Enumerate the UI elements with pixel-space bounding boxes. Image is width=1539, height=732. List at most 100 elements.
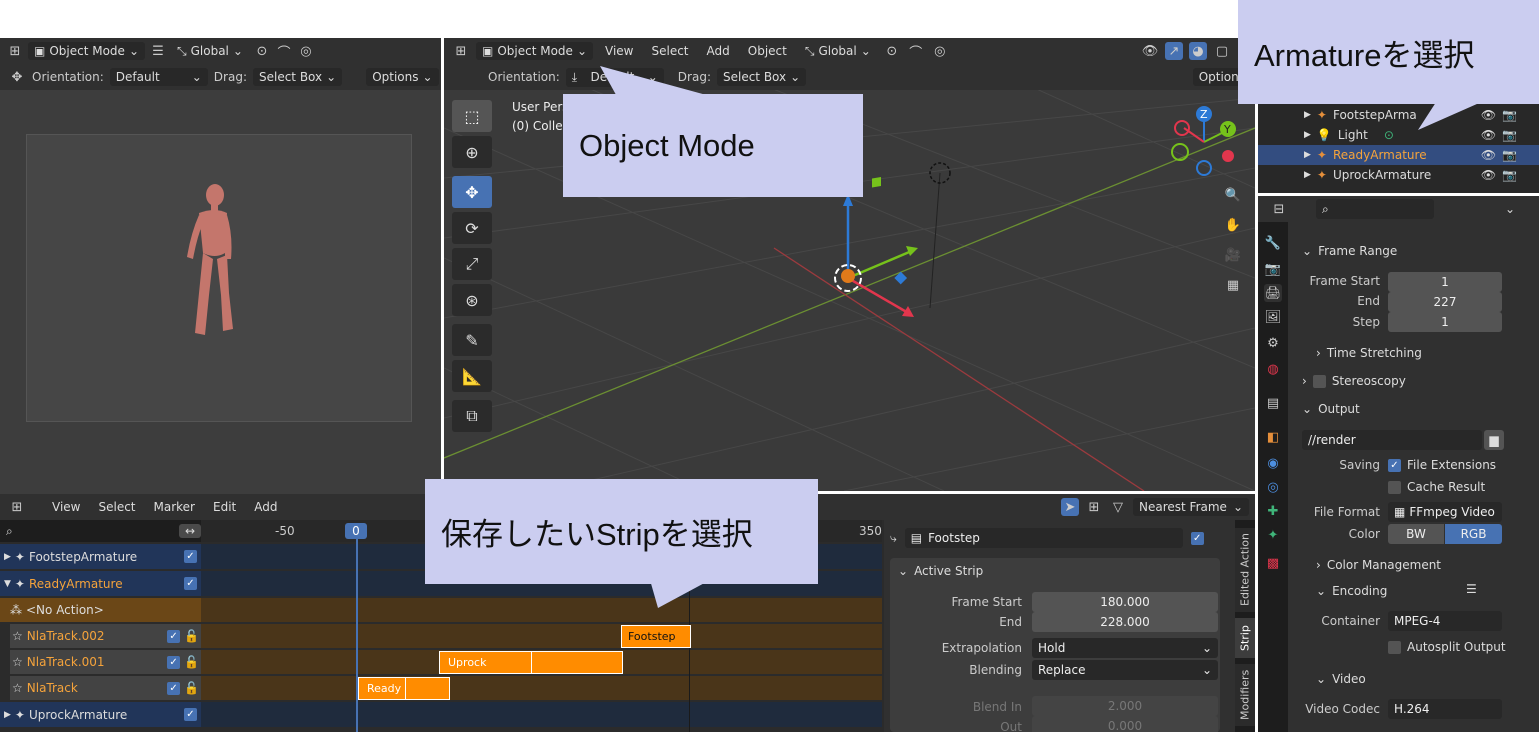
nla-menu-marker[interactable]: Marker [148, 500, 201, 514]
stereoscopy-checkbox[interactable] [1312, 374, 1326, 388]
video-codec-select[interactable]: H.264 [1388, 699, 1502, 719]
color-management-header[interactable]: › Color Management [1316, 558, 1441, 572]
scale-tool[interactable]: ⤢ [452, 248, 492, 280]
render-tab-icon[interactable]: 📷 [1264, 260, 1282, 278]
collection-tab-icon[interactable]: ▤ [1264, 394, 1282, 412]
visibility-icon[interactable]: 👁 [1141, 42, 1159, 60]
strip-frame-start-field[interactable]: 180.000 [1032, 592, 1218, 612]
eye-icon[interactable]: 👁 [1481, 168, 1496, 182]
gizmo-icon[interactable]: ↗ [1165, 42, 1183, 60]
nla-menu-edit[interactable]: Edit [207, 500, 242, 514]
camera-icon[interactable]: 📷 [1502, 108, 1517, 122]
camera-icon[interactable]: 📷 [1502, 128, 1517, 142]
frame-step-field[interactable]: 1 [1388, 312, 1502, 332]
cache-result-checkbox[interactable]: Cache Result [1388, 480, 1485, 494]
hand-icon[interactable]: ✋ [1224, 216, 1242, 234]
pivot-icon[interactable]: ⊙ [253, 42, 271, 60]
xray-icon[interactable]: ▢ [1213, 42, 1231, 60]
proportional-icon[interactable]: ◎ [297, 42, 315, 60]
file-format-select[interactable]: ▦ FFmpeg Video [1388, 502, 1502, 522]
menu-select[interactable]: Select [645, 44, 694, 58]
menu-add[interactable]: Add [701, 44, 736, 58]
editor-type-icon[interactable]: ⊟ [1270, 200, 1288, 218]
stereoscopy-header[interactable]: › Stereoscopy [1302, 374, 1406, 388]
main-mode-select[interactable]: ▣ Object Mode ⌄ [476, 42, 593, 60]
editor-type-icon[interactable]: ⊞ [6, 42, 24, 60]
world-tab-icon[interactable]: ◍ [1264, 360, 1282, 378]
nla-channel-nlatrack-002[interactable]: ☆ NlaTrack.002 ✓ 🔓 [10, 624, 201, 648]
tab-modifiers[interactable]: Modifiers [1235, 664, 1255, 726]
frame-end-field[interactable]: 227 [1388, 292, 1502, 312]
strip-ready[interactable]: Ready [358, 677, 450, 700]
object-tab-icon[interactable]: ◧ [1264, 428, 1282, 446]
main-transform-select[interactable]: ⤡ Global ⌄ [799, 42, 877, 61]
data-tab-icon[interactable]: ✦ [1264, 526, 1282, 544]
video-header[interactable]: ⌄ Video [1316, 672, 1366, 686]
lock-icon[interactable]: 🔓 [184, 681, 199, 695]
menu-object[interactable]: Object [742, 44, 793, 58]
pivot-icon[interactable]: ⊙ [883, 42, 901, 60]
list-icon[interactable]: ☰ [1466, 582, 1477, 596]
modifier-tab-icon[interactable]: ◉ [1264, 454, 1282, 472]
outliner-item-uprockarmature[interactable]: ▶ ✦ UprockArmature 👁 📷 [1258, 165, 1539, 185]
check-icon[interactable]: ✓ [167, 681, 181, 695]
transform-tool[interactable]: ⊛ [452, 284, 492, 316]
blend-in-field[interactable]: 2.000 [1032, 696, 1218, 716]
strip-uprock[interactable]: Uprock [439, 651, 623, 674]
main-drag-select[interactable]: Select Box ⌄ [716, 68, 807, 86]
nla-channel-no-action[interactable]: ⁂ <No Action> [0, 598, 201, 622]
autosplit-checkbox[interactable]: Autosplit Output [1388, 640, 1506, 654]
check-icon[interactable]: ✓ [184, 550, 197, 563]
editor-type-icon[interactable]: ⊞ [452, 42, 470, 60]
nla-channel-search[interactable]: ⌕ ↔ [0, 520, 201, 542]
check-icon[interactable]: ✓ [167, 655, 181, 669]
navigation-gizmo[interactable]: Z Y [1166, 102, 1246, 182]
view-layer-tab-icon[interactable]: 🖼 [1264, 308, 1282, 326]
add-cube-tool[interactable]: ⧉ [452, 400, 492, 432]
proportional-icon[interactable]: ◎ [931, 42, 949, 60]
output-path-field[interactable]: //render [1302, 430, 1482, 450]
left-options-button[interactable]: Options ⌄ [366, 68, 439, 86]
scene-tab-icon[interactable]: ⚙ [1264, 334, 1282, 352]
blend-out-field[interactable]: 0.000 [1032, 716, 1218, 732]
snap-icon[interactable]: ⌒ [907, 42, 925, 61]
output-tab-icon[interactable]: 🖨 [1264, 284, 1282, 302]
time-stretching-header[interactable]: › Time Stretching [1316, 346, 1422, 360]
tab-strip[interactable]: Strip [1235, 618, 1255, 658]
left-transform-select[interactable]: ⤡ Global ⌄ [171, 42, 249, 61]
playhead-frame[interactable]: 0 [345, 523, 367, 539]
overlay-icon[interactable]: ◕ [1189, 42, 1207, 60]
strip-footstep[interactable]: Footstep [621, 625, 691, 648]
grid-icon[interactable]: ▦ [1224, 276, 1242, 294]
properties-search[interactable]: ⌕ [1316, 199, 1434, 219]
nla-menu-add[interactable]: Add [248, 500, 283, 514]
snap-frames-icon[interactable]: ⊞ [1085, 498, 1103, 516]
tab-edited-action[interactable]: Edited Action [1235, 528, 1255, 612]
pointer-icon[interactable]: ➤ [1061, 498, 1079, 516]
snap-icon[interactable]: ⌒ [275, 42, 293, 61]
camera-icon[interactable]: 📷 [1502, 148, 1517, 162]
frame-range-header[interactable]: ⌄ Frame Range [1302, 244, 1397, 258]
check-icon[interactable]: ✓ [1190, 531, 1204, 545]
nla-channel-uprockarmature[interactable]: ▶ ✦ UprockArmature ✓ [0, 702, 201, 727]
select-box-tool[interactable]: ⬚ [452, 100, 492, 132]
camera-icon[interactable]: 🎥 [1224, 246, 1242, 264]
swap-icon[interactable]: ↔ [178, 524, 201, 538]
left-mode-select[interactable]: ▣ Object Mode ⌄ [28, 42, 145, 60]
output-header[interactable]: ⌄ Output [1302, 402, 1360, 416]
constraint-tab-icon[interactable]: ✚ [1264, 502, 1282, 520]
hamburger-icon[interactable]: ☰ [149, 42, 167, 60]
folder-icon[interactable]: ▆ [1484, 430, 1504, 450]
strip-frame-end-field[interactable]: 228.000 [1032, 612, 1218, 632]
menu-view[interactable]: View [599, 44, 639, 58]
left-drag-select[interactable]: Select Box ⌄ [252, 68, 343, 86]
extrapolation-select[interactable]: Hold ⌄ [1032, 638, 1218, 658]
snap-mode-select[interactable]: Nearest Frame ⌄ [1133, 498, 1249, 516]
blending-select[interactable]: Replace ⌄ [1032, 660, 1218, 680]
strip-name-field[interactable]: ▤ Footstep [904, 528, 1183, 548]
nla-channel-nlatrack[interactable]: ☆ NlaTrack ✓ 🔓 [10, 676, 201, 700]
encoding-header[interactable]: ⌄ Encoding [1316, 584, 1387, 598]
lock-icon[interactable]: 🔓 [184, 655, 199, 669]
measure-tool[interactable]: 📐 [452, 360, 492, 392]
texture-tab-icon[interactable]: ▩ [1264, 554, 1282, 572]
